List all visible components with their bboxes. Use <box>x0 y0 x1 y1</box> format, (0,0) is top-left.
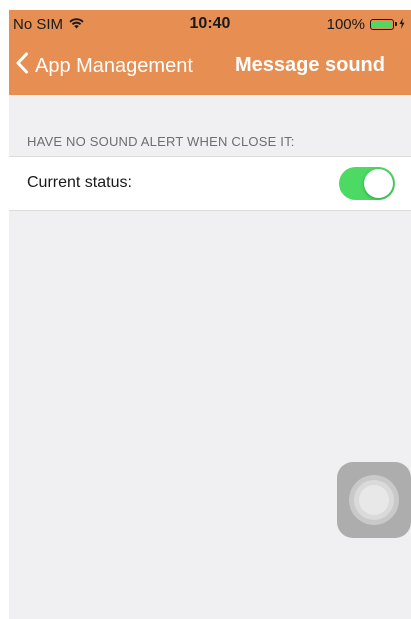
assistive-touch-core <box>359 485 389 515</box>
back-button-label: App Management <box>35 54 193 77</box>
toggle-knob <box>364 169 393 198</box>
phone-screen: No SIM 10:40 100% App Management Message… <box>9 10 411 619</box>
navigation-bar: App Management Message sound <box>9 46 411 86</box>
header: No SIM 10:40 100% App Management Message… <box>9 10 411 95</box>
charging-bolt-icon <box>399 16 405 33</box>
current-status-row: Current status: <box>9 156 411 211</box>
assistive-touch-icon <box>349 475 399 525</box>
current-status-toggle[interactable] <box>339 167 395 200</box>
chevron-left-icon <box>15 52 29 80</box>
current-status-label: Current status: <box>27 174 132 191</box>
status-bar-right: 100% <box>327 16 405 33</box>
battery-icon <box>370 19 397 30</box>
back-button[interactable]: App Management <box>15 52 193 80</box>
section-header: HAVE NO SOUND ALERT WHEN CLOSE IT: <box>27 134 295 149</box>
page-title: Message sound <box>234 54 385 76</box>
battery-percent: 100% <box>326 16 365 33</box>
assistive-touch-ring <box>354 480 394 520</box>
status-bar: No SIM 10:40 100% <box>9 10 411 38</box>
assistive-touch-button[interactable] <box>337 462 411 538</box>
battery-fill <box>372 21 392 28</box>
